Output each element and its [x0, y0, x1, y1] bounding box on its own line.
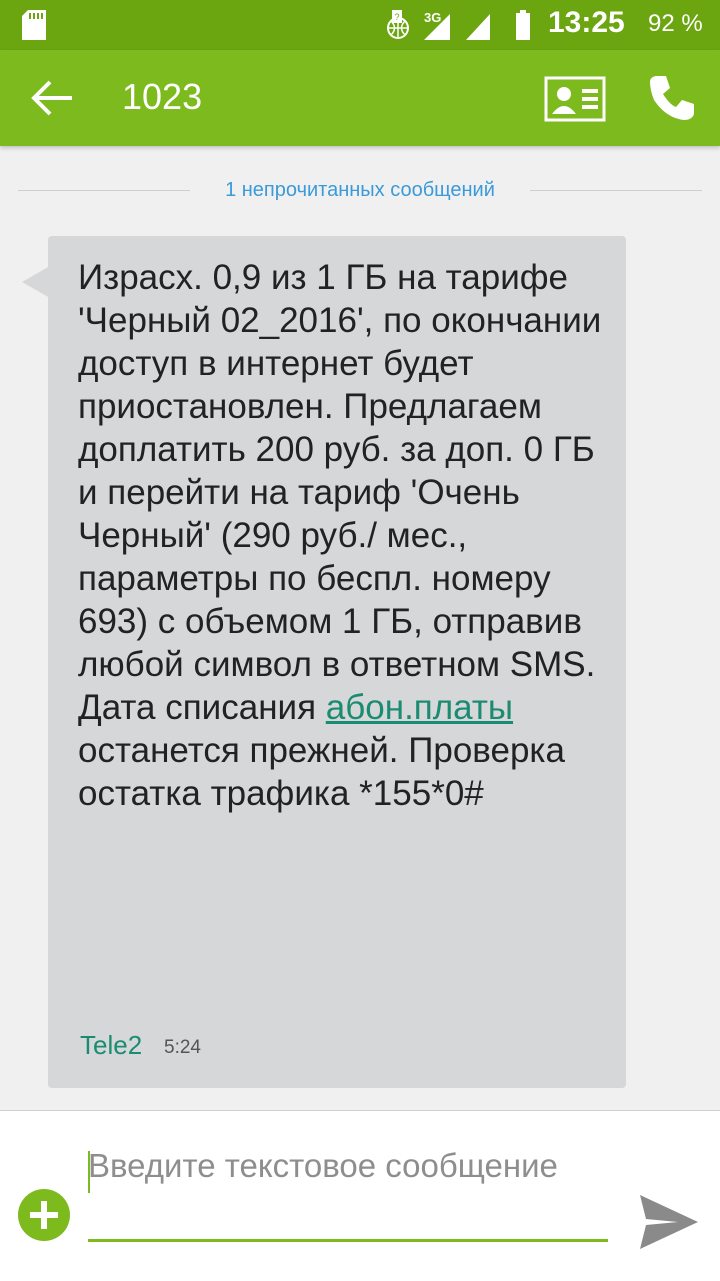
bubble-tail — [22, 266, 50, 298]
message-text: Израсх. 0,9 из 1 ГБ на тарифе 'Черный 02… — [78, 256, 618, 815]
input-underline — [88, 1239, 608, 1242]
phone-icon[interactable] — [646, 72, 698, 124]
message-text-part1: Израсх. 0,9 из 1 ГБ на тарифе 'Черный 02… — [78, 258, 602, 727]
status-time: 13:25 — [548, 6, 625, 39]
text-cursor — [88, 1151, 90, 1193]
app-bar: 1023 — [0, 50, 720, 146]
send-icon[interactable] — [638, 1191, 700, 1253]
back-arrow-icon[interactable] — [30, 78, 76, 118]
battery-percent: 92 % — [648, 10, 703, 37]
sd-card-icon — [22, 10, 46, 40]
status-icons: ? 3G — [387, 10, 530, 40]
network-type-label: 3G — [424, 10, 441, 25]
unread-divider: 1 непрочитанных сообщений — [0, 170, 720, 210]
unread-count-text: 1 непрочитанных сообщений — [225, 179, 495, 201]
svg-text:?: ? — [394, 12, 399, 22]
composer-bar: Введите текстовое сообщение — [0, 1110, 720, 1281]
message-input-placeholder: Введите текстовое сообщение — [88, 1147, 558, 1184]
contact-card-icon[interactable] — [544, 76, 606, 122]
message-input[interactable]: Введите текстовое сообщение — [88, 1143, 608, 1243]
message-link[interactable]: абон.платы — [326, 688, 513, 727]
battery-icon — [516, 10, 530, 40]
message-text-part2: останется прежней. Проверка остатка траф… — [78, 731, 565, 813]
add-icon[interactable] — [16, 1187, 72, 1243]
message-time: 5:24 — [164, 1037, 201, 1058]
conversation-title: 1023 — [122, 76, 203, 117]
message-sender: Tele2 — [80, 1030, 143, 1060]
roaming-icon: ? — [387, 10, 409, 39]
status-bar: ? 3G 13:25 92 % — [0, 0, 720, 50]
